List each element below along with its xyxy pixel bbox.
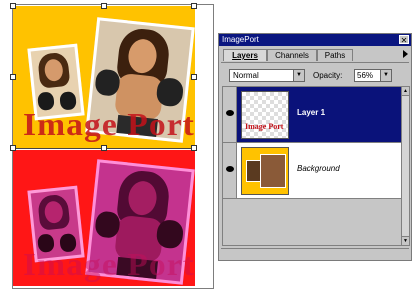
glove-shape (155, 76, 185, 108)
layer-thumbnail (241, 147, 289, 195)
watermark-text: Image Port (23, 106, 195, 142)
transform-handle[interactable] (191, 3, 197, 9)
transform-handle[interactable] (10, 3, 16, 9)
transform-handle[interactable] (191, 74, 197, 80)
layer-row-layer-1[interactable]: Image Port Layer 1 (223, 87, 401, 143)
thumbnail-watermark-text: Image Port (245, 122, 284, 131)
eye-icon (226, 110, 234, 116)
tab-paths[interactable]: Paths (317, 49, 353, 61)
tab-layers[interactable]: Layers (223, 49, 267, 61)
transform-handle[interactable] (101, 145, 107, 151)
layer-controls: Normal ▼ Opacity: 56% ▼ (221, 62, 409, 85)
transform-handle[interactable] (191, 145, 197, 151)
transform-handle[interactable] (101, 3, 107, 9)
opacity-label: Opacity: (313, 71, 343, 80)
palette-title: ImagePort (222, 35, 259, 44)
layers-palette: ImagePort ✕ Layers Channels Paths Normal… (218, 33, 412, 261)
layers-list: Image Port Layer 1 Background (222, 86, 402, 246)
opacity-value: 56% (357, 71, 374, 80)
tab-channels[interactable]: Channels (267, 49, 317, 61)
blend-mode-value: Normal (233, 71, 259, 80)
glove-shape (155, 218, 185, 250)
visibility-toggle[interactable] (223, 143, 237, 198)
palette-menu-arrow-icon[interactable] (403, 50, 408, 58)
transform-handle[interactable] (10, 74, 16, 80)
layer-name: Layer 1 (297, 108, 326, 117)
thumbnail-photo-large (260, 154, 286, 188)
opacity-field[interactable]: 56% ▼ (354, 69, 392, 82)
canvas-layer-multiply[interactable]: Image Port (13, 150, 195, 286)
layer-thumbnail: Image Port (241, 91, 289, 139)
palette-bottom-bar (221, 248, 409, 259)
scroll-down-icon[interactable]: ▼ (402, 236, 409, 245)
scroll-up-icon[interactable]: ▲ (402, 87, 409, 96)
layer-row-background[interactable]: Background (223, 143, 401, 199)
layer-name: Background (297, 164, 340, 173)
visibility-toggle[interactable] (223, 87, 237, 142)
palette-title-bar[interactable]: ImagePort ✕ (219, 34, 411, 46)
eye-icon (226, 166, 234, 172)
palette-tabs: Layers Channels Paths (223, 49, 407, 61)
chevron-down-icon[interactable]: ▼ (380, 70, 391, 81)
layers-scrollbar[interactable]: ▲ ▼ (401, 86, 410, 246)
canvas-layer-normal[interactable]: Image Port (13, 6, 195, 148)
watermark-text: Image Port (23, 246, 195, 282)
transform-handle[interactable] (10, 145, 16, 151)
close-icon[interactable]: ✕ (399, 35, 409, 45)
chevron-down-icon[interactable]: ▼ (293, 70, 304, 81)
blend-mode-select[interactable]: Normal ▼ (229, 69, 305, 82)
